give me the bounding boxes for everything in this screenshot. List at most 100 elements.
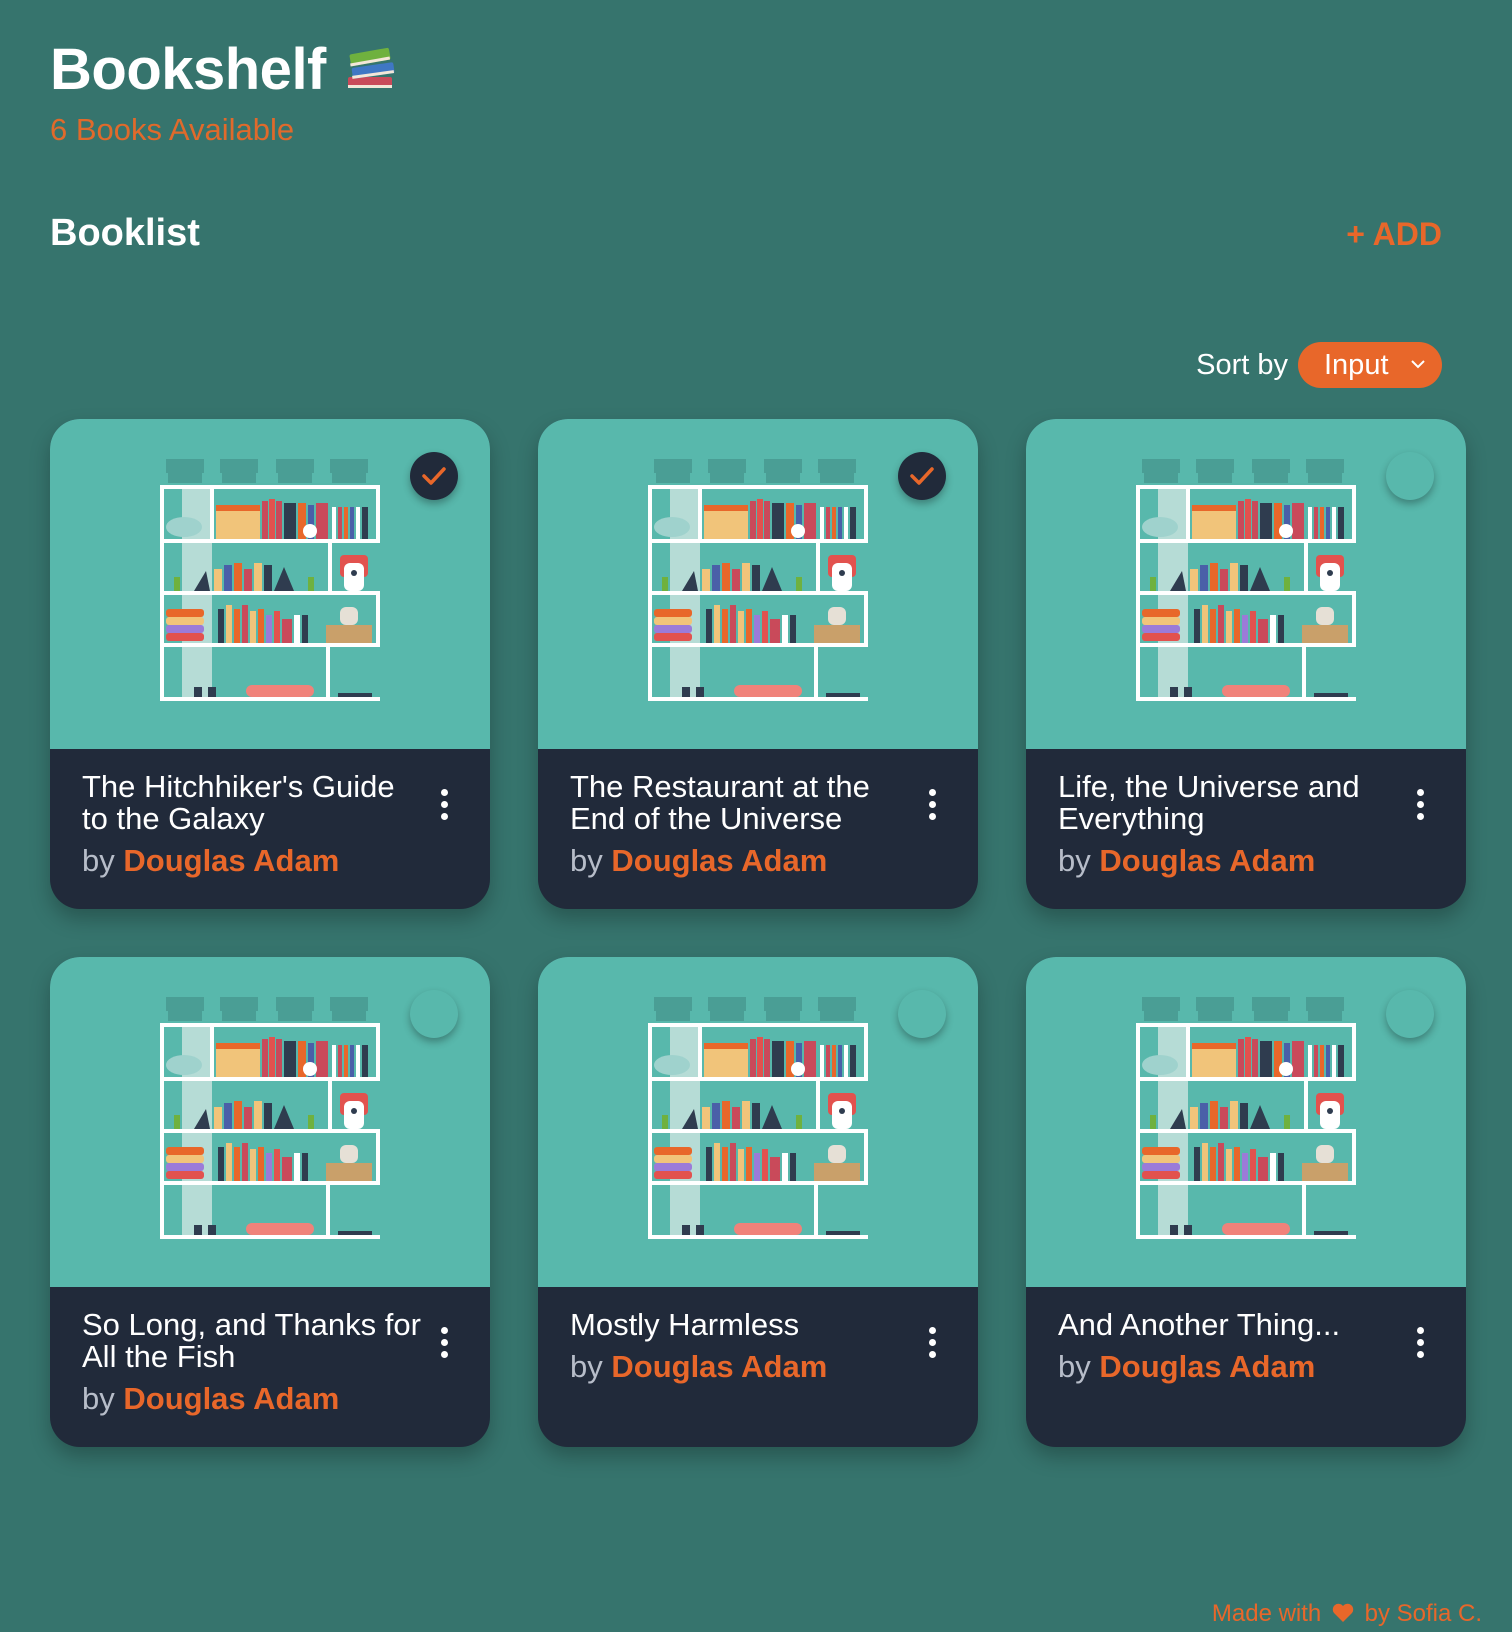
kebab-dot [440, 1339, 448, 1346]
book-card[interactable]: So Long, and Thanks for All the Fish by … [50, 957, 490, 1447]
book-title: So Long, and Thanks for All the Fish [82, 1307, 421, 1374]
shelf-shape [1252, 1039, 1258, 1077]
shelf-shape [350, 507, 354, 539]
author-name[interactable]: Douglas Adam [611, 1349, 827, 1384]
section-title: Booklist [50, 212, 200, 254]
shelf-shape [1136, 539, 1356, 543]
shelf-shape [258, 1147, 264, 1181]
shelf-shape [648, 643, 868, 647]
book-card[interactable]: Mostly Harmless by Douglas Adam [538, 957, 978, 1447]
shelf-shape [1200, 1103, 1208, 1129]
shelf-shape [276, 1039, 282, 1077]
read-toggle[interactable] [898, 990, 946, 1038]
shelf-shape [160, 697, 380, 701]
shelf-shape [278, 1011, 312, 1021]
shelf-shape [208, 1225, 216, 1235]
shelf-shape [330, 459, 368, 473]
shelf-shape [1142, 517, 1178, 537]
shelf-shape [166, 1171, 204, 1179]
book-card[interactable]: The Restaurant at the End of the Univers… [538, 419, 978, 909]
shelf-shape [330, 997, 368, 1011]
author-name[interactable]: Douglas Adam [611, 843, 827, 878]
book-card[interactable]: And Another Thing... by Douglas Adam [1026, 957, 1466, 1447]
add-book-button[interactable]: + ADD [1346, 216, 1442, 253]
shelf-shape [308, 1115, 314, 1129]
shelf-shape [712, 1103, 720, 1129]
shelf-shape [1136, 1181, 1356, 1185]
more-options-icon[interactable] [1410, 789, 1430, 823]
shelf-shape [269, 499, 275, 539]
shelf-shape [772, 1041, 784, 1077]
shelf-shape [820, 473, 854, 483]
shelf-shape [1284, 1115, 1290, 1129]
book-grid: The Hitchhiker's Guide to the Galaxy by … [50, 419, 1466, 1447]
shelf-shape [662, 577, 668, 591]
shelf-shape [1234, 1147, 1240, 1181]
shelf-shape [340, 607, 358, 625]
shelf-shape [1136, 1235, 1356, 1239]
shelf-shape [648, 1129, 868, 1133]
footer-made-with: Made with [1211, 1600, 1322, 1627]
more-options-icon[interactable] [434, 1327, 454, 1361]
shelf-shape [1302, 625, 1348, 643]
shelf-shape [242, 605, 248, 643]
shelf-shape [1326, 1045, 1330, 1077]
more-options-icon[interactable] [922, 1327, 942, 1361]
author-name[interactable]: Douglas Adam [1099, 1349, 1315, 1384]
more-options-icon[interactable] [434, 789, 454, 823]
shelf-shape [262, 1039, 268, 1077]
shelf-shape [732, 1107, 740, 1129]
shelf-shape [1245, 499, 1251, 539]
shelf-shape [710, 1011, 744, 1021]
author-name[interactable]: Douglas Adam [1099, 843, 1315, 878]
shelf-shape [282, 619, 292, 643]
more-options-icon[interactable] [1410, 1327, 1430, 1361]
shelf-shape [278, 473, 312, 483]
shelf-shape [246, 685, 314, 697]
shelf-shape [1230, 563, 1238, 591]
kebab-dot [928, 801, 936, 808]
shelf-shape [1320, 1045, 1324, 1077]
shelf-shape [376, 1023, 380, 1079]
book-card[interactable]: The Hitchhiker's Guide to the Galaxy by … [50, 419, 490, 909]
author-name[interactable]: Douglas Adam [123, 1381, 339, 1416]
shelf-shape [344, 507, 348, 539]
more-options-icon[interactable] [922, 789, 942, 823]
shelf-shape [160, 1129, 380, 1133]
author-name[interactable]: Douglas Adam [123, 843, 339, 878]
shelf-shape [1200, 565, 1208, 591]
read-toggle[interactable] [1386, 452, 1434, 500]
read-toggle[interactable] [410, 990, 458, 1038]
shelf-shape [218, 609, 224, 643]
shelf-shape [1136, 697, 1356, 701]
shelf-shape [752, 565, 760, 591]
shelf-shape [746, 609, 752, 643]
shelf-shape [350, 1045, 354, 1077]
checkmark-icon [910, 467, 934, 485]
shelf-shape [656, 473, 690, 483]
shelf-shape [844, 507, 848, 539]
shelf-shape [1226, 611, 1232, 643]
read-toggle[interactable] [1386, 990, 1434, 1038]
shelf-shape [1302, 1185, 1306, 1235]
read-toggle[interactable] [898, 452, 946, 500]
shelf-shape [160, 643, 380, 647]
shelf-shape [844, 1045, 848, 1077]
shelf-shape [1320, 1101, 1340, 1129]
sort-select[interactable]: Input [1298, 342, 1442, 388]
shelf-shape [1136, 485, 1356, 489]
shelf-shape [194, 687, 202, 697]
kebab-dot [1416, 1327, 1424, 1334]
shelf-shape [838, 507, 842, 539]
shelf-shape [864, 1131, 868, 1183]
shelf-shape [174, 1115, 180, 1129]
shelf-shape [648, 539, 868, 543]
book-cover-area [1026, 957, 1466, 1287]
shelf-shape [820, 1045, 824, 1077]
books-count: 6 Books Available [50, 111, 295, 147]
book-card[interactable]: Life, the Universe and Everything by Dou… [1026, 419, 1466, 909]
shelf-shape [1270, 1153, 1276, 1181]
read-toggle[interactable] [410, 452, 458, 500]
shelf-shape [832, 507, 836, 539]
shelf-shape [662, 1115, 668, 1129]
